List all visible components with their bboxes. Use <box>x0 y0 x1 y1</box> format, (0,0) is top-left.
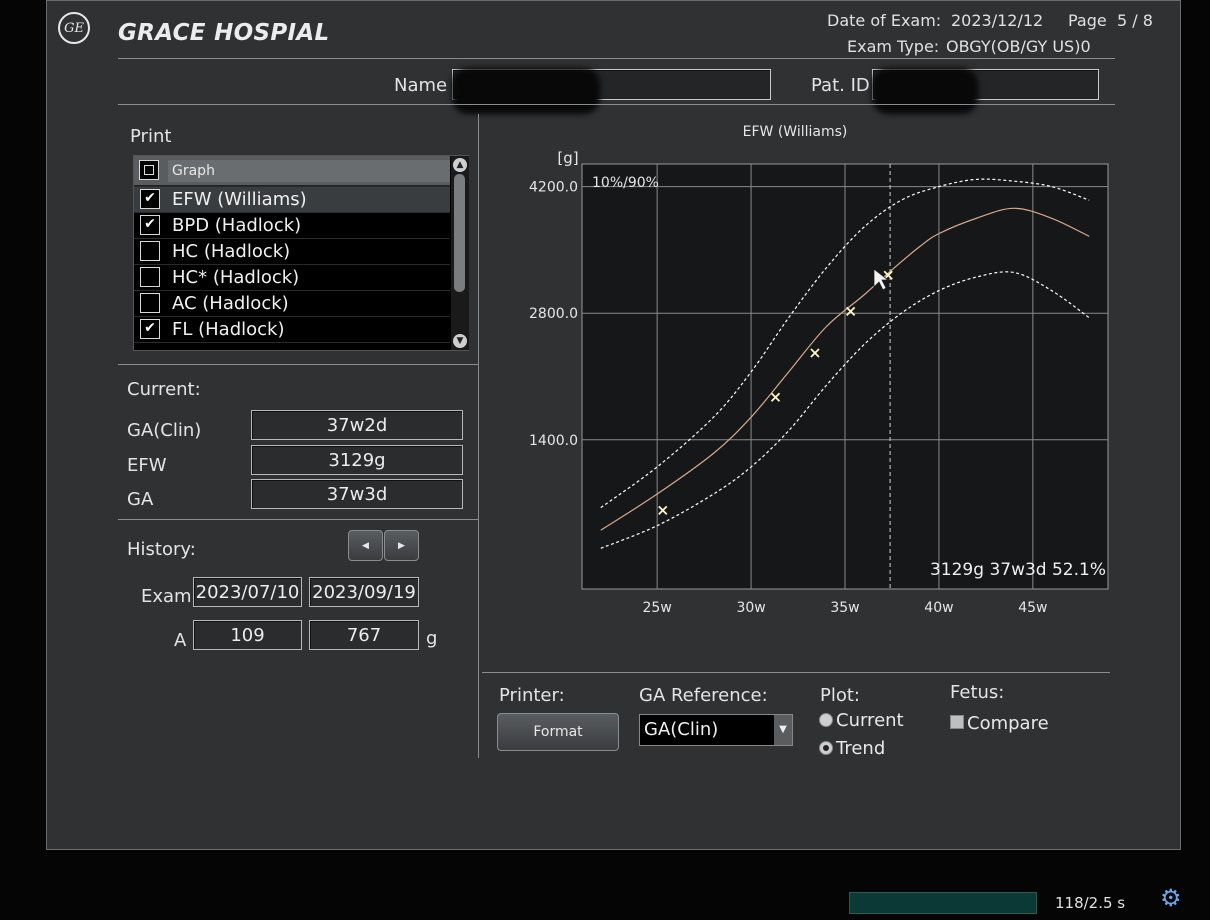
plot-current-radio[interactable] <box>819 713 833 727</box>
current-title: Current: <box>127 379 201 400</box>
x-tick-label: 35w <box>830 600 859 616</box>
scroll-thumb[interactable] <box>454 174 465 292</box>
history-value-1: 109 <box>193 620 302 650</box>
x-tick-label: 45w <box>1018 600 1047 616</box>
history-title: History: <box>127 539 196 560</box>
print-title: Print <box>130 126 172 147</box>
list-item-label: AC (Hadlock) <box>172 293 289 314</box>
header-divider <box>118 58 1115 59</box>
fetus-label: Fetus: <box>950 682 1005 703</box>
page-value: 5 / 8 <box>1117 11 1153 30</box>
percentile-annotation: 10%/90% <box>592 175 659 191</box>
list-item-label: HC (Hadlock) <box>172 241 291 262</box>
status-timer: 118/2.5 s <box>1055 894 1126 912</box>
y-axis-label: [g] <box>557 149 578 167</box>
list-item-label: HC* (Hadlock) <box>172 267 300 288</box>
x-tick-label: 40w <box>924 600 953 616</box>
current-divider <box>118 519 478 520</box>
history-value-2: 767 <box>309 620 419 650</box>
name-redaction <box>452 68 600 114</box>
x-tick-label: 25w <box>643 600 672 616</box>
efw-value: 3129g <box>251 445 463 475</box>
checkbox-hc[interactable] <box>140 241 160 261</box>
scroll-up-icon[interactable]: ▲ <box>453 158 467 172</box>
history-a-label: A <box>174 630 187 651</box>
date-label: Date of Exam: <box>827 11 942 30</box>
chevron-left-icon: ◀ <box>362 540 369 551</box>
ga-reference-value: GA(Clin) <box>644 719 719 740</box>
checkbox-bpd[interactable]: ✔ <box>140 215 160 235</box>
graph-list[interactable]: Graph ✔ EFW (Williams) ✔ BPD (Hadlock) H… <box>133 155 469 351</box>
exam-label: Exam <box>141 586 192 607</box>
history-next-button[interactable]: ▶ <box>384 530 419 561</box>
page-label: Page <box>1068 11 1107 30</box>
patid-label: Pat. ID <box>811 75 870 96</box>
efw-label: EFW <box>127 455 167 476</box>
list-item-ac[interactable]: AC (Hadlock) <box>134 290 450 316</box>
ge-logo-icon: GE <box>58 12 90 44</box>
progress-bar <box>849 892 1037 914</box>
list-item-efw[interactable]: ✔ EFW (Williams) <box>134 186 450 212</box>
chevron-right-icon: ▶ <box>398 540 405 551</box>
exam-type-label: Exam Type: <box>847 37 940 56</box>
date-value: 2023/12/12 <box>951 11 1044 30</box>
dropdown-arrow-icon[interactable]: ▼ <box>774 715 792 745</box>
graph-column-header: Graph <box>168 160 450 182</box>
ga-clin-value: 37w2d <box>251 410 463 440</box>
exam-type-value: OBGY(OB/GY US)0 <box>946 37 1091 56</box>
y-tick-label: 1400.0 <box>529 433 578 449</box>
plot-current-label: Current <box>836 710 904 731</box>
format-button[interactable]: Format <box>497 713 619 751</box>
plot-trend-label: Trend <box>836 738 886 759</box>
print-divider <box>118 364 478 365</box>
chart-title: EFW (Williams) <box>743 124 848 140</box>
y-tick-label: 2800.0 <box>529 306 578 322</box>
ga-reference-select[interactable]: GA(Clin) ▼ <box>639 714 793 746</box>
select-all-checkbox[interactable] <box>139 160 159 180</box>
result-text: 3129g 37w3d 52.1% <box>930 560 1106 580</box>
plot-trend-radio[interactable] <box>819 741 833 755</box>
patid-redaction <box>872 68 978 114</box>
ga-value: 37w3d <box>251 479 463 509</box>
list-item-label: FL (Hadlock) <box>172 319 285 340</box>
history-exam-date-1: 2023/07/10 <box>193 577 302 607</box>
ga-label: GA <box>127 489 154 510</box>
gear-icon[interactable]: ⚙ <box>1160 884 1182 912</box>
y-tick-label: 4200.0 <box>529 180 578 196</box>
efw-chart: EFW (Williams) [g] 25w 30w 35w 40w 45w 1400.0… <box>529 124 1109 616</box>
list-item-hc[interactable]: HC (Hadlock) <box>134 238 450 264</box>
ga-clin-label: GA(Clin) <box>127 420 202 441</box>
history-exam-date-2: 2023/09/19 <box>309 577 419 607</box>
hospital-name: GRACE HOSPIAL <box>118 20 330 46</box>
x-tick-label: 30w <box>736 600 765 616</box>
checkbox-hc-star[interactable] <box>140 267 160 287</box>
history-prev-button[interactable]: ◀ <box>348 530 383 561</box>
scroll-down-icon[interactable]: ▼ <box>453 334 467 348</box>
history-unit: g <box>426 628 438 649</box>
compare-checkbox[interactable] <box>950 715 964 729</box>
checkbox-efw[interactable]: ✔ <box>140 189 160 209</box>
ga-reference-label: GA Reference: <box>639 685 768 706</box>
name-divider <box>118 104 1115 105</box>
list-item-hc-star[interactable]: HC* (Hadlock) <box>134 264 450 290</box>
graph-list-header: Graph <box>134 156 450 186</box>
compare-label: Compare <box>967 713 1049 734</box>
checkbox-ac[interactable] <box>140 293 160 313</box>
panel-divider <box>478 114 479 758</box>
list-item-bpd[interactable]: ✔ BPD (Hadlock) <box>134 212 450 238</box>
list-item-fl[interactable]: ✔ FL (Hadlock) <box>134 316 450 342</box>
printer-label: Printer: <box>499 685 565 706</box>
plot-label: Plot: <box>820 685 860 706</box>
chart-divider <box>482 672 1110 673</box>
name-label: Name <box>394 75 448 96</box>
list-item-partial <box>134 342 450 350</box>
list-scrollbar[interactable]: ▲ ▼ <box>451 156 469 350</box>
list-item-label: BPD (Hadlock) <box>172 215 302 236</box>
checkbox-fl[interactable]: ✔ <box>140 319 160 339</box>
list-item-label: EFW (Williams) <box>172 189 307 210</box>
